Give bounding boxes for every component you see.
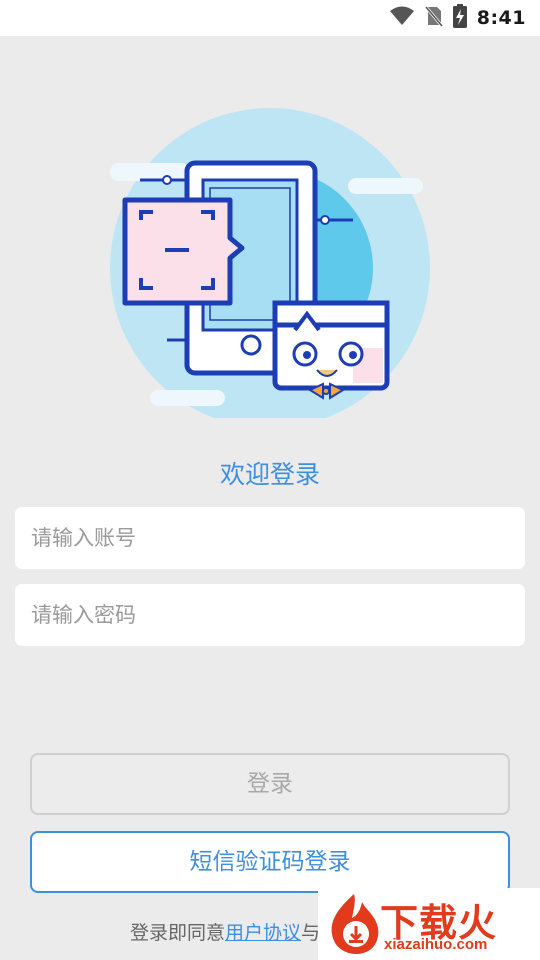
user-agreement-link[interactable]: 用户协议 — [225, 922, 301, 944]
agreement-prefix: 登录即同意 — [130, 922, 226, 944]
wifi-icon — [389, 5, 415, 31]
account-field[interactable] — [15, 507, 525, 569]
status-bar: 8:41 — [0, 0, 540, 36]
watermark-logo: 下载火 xiazaihuo.com — [318, 888, 540, 960]
login-button[interactable]: 登录 — [30, 753, 510, 815]
agreement-text: 登录即同意用户协议与 — [130, 918, 320, 945]
welcome-title: 欢迎登录 — [219, 460, 320, 489]
account-input[interactable] — [15, 507, 525, 569]
status-time: 8:41 — [476, 7, 526, 29]
sms-login-button[interactable]: 短信验证码登录 — [30, 831, 510, 893]
phone-and-robot-illustration — [105, 108, 435, 428]
password-field[interactable] — [15, 584, 525, 646]
battery-charging-icon — [452, 4, 467, 32]
no-sim-icon — [424, 5, 443, 31]
watermark-site: xiazaihuo.com — [384, 936, 488, 953]
password-input[interactable] — [15, 584, 525, 646]
status-icons: 8:41 — [389, 4, 526, 32]
flame-icon — [331, 894, 379, 954]
